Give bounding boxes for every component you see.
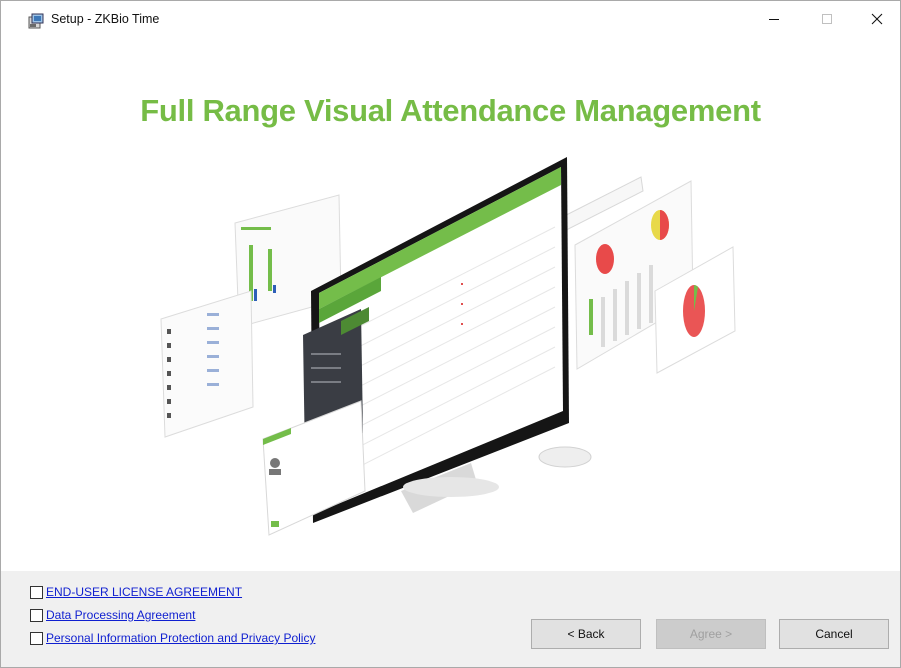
installer-icon xyxy=(28,13,44,29)
close-button[interactable] xyxy=(854,1,900,37)
footer-panel: END-USER LICENSE AGREEMENT Data Processi… xyxy=(1,571,900,667)
monitor-dashboard-illustration xyxy=(160,157,736,536)
mouse-image xyxy=(538,446,592,468)
cancel-button[interactable]: Cancel xyxy=(779,619,889,649)
privacy-row: Personal Information Protection and Priv… xyxy=(30,631,315,645)
maximize-icon xyxy=(822,14,832,24)
floating-user-list-panel xyxy=(160,290,254,438)
agree-button[interactable]: Agree > xyxy=(656,619,766,649)
window-title: Setup - ZKBio Time xyxy=(51,12,160,26)
eula-row: END-USER LICENSE AGREEMENT xyxy=(30,585,242,599)
floating-user-card-panel xyxy=(262,400,366,536)
dpa-link[interactable]: Data Processing Agreement xyxy=(46,608,195,622)
eula-link[interactable]: END-USER LICENSE AGREEMENT xyxy=(46,585,242,599)
banner-headline: Full Range Visual Attendance Management xyxy=(140,93,761,128)
dpa-checkbox[interactable] xyxy=(30,608,43,622)
maximize-button[interactable] xyxy=(804,1,850,37)
minimize-icon xyxy=(769,19,779,20)
privacy-checkbox[interactable] xyxy=(30,631,43,645)
dpa-row: Data Processing Agreement xyxy=(30,608,195,622)
title-bar[interactable]: Setup - ZKBio Time xyxy=(1,1,900,37)
close-icon xyxy=(871,13,883,25)
back-button[interactable]: < Back xyxy=(531,619,641,649)
privacy-link[interactable]: Personal Information Protection and Priv… xyxy=(46,631,315,645)
minimize-button[interactable] xyxy=(751,1,797,37)
eula-checkbox[interactable] xyxy=(30,585,43,599)
setup-window: Setup - ZKBio Time Full Range Visual Att… xyxy=(0,0,901,668)
